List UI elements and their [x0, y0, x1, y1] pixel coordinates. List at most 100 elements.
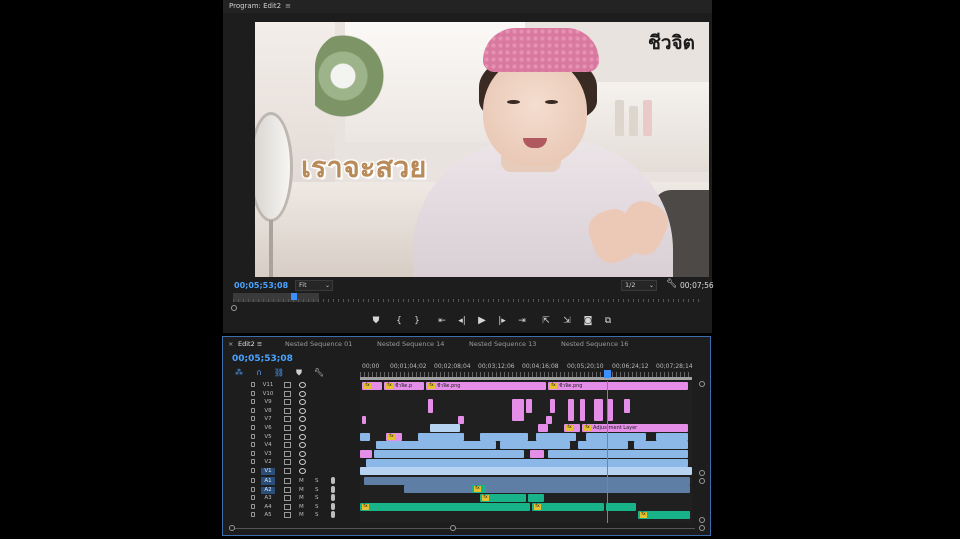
track-name[interactable]: V11	[261, 382, 275, 389]
track-name[interactable]: V10	[261, 391, 275, 398]
eye-icon[interactable]	[299, 442, 306, 449]
play-icon[interactable]: ▶	[475, 314, 489, 328]
eye-icon[interactable]	[299, 433, 306, 440]
playback-resolution-select[interactable]: 1/2 ⌄	[621, 280, 657, 291]
export-frame-icon[interactable]: ◙	[581, 314, 595, 328]
step-forward-icon[interactable]: |▸	[495, 314, 509, 328]
mark-in-icon[interactable]: {	[392, 314, 406, 328]
program-title[interactable]: Program: Edit2	[229, 2, 281, 10]
program-current-timecode[interactable]: 00;05;53;08	[234, 281, 288, 290]
sync-lock-icon[interactable]	[284, 450, 291, 457]
linked-selection-icon[interactable]: ⛓	[273, 368, 285, 378]
lock-icon[interactable]	[251, 486, 255, 492]
eye-icon[interactable]	[299, 468, 306, 474]
timeline-settings-icon[interactable]: 🔧︎	[313, 368, 325, 378]
clip-v6[interactable]: fx	[564, 424, 580, 432]
mute-button[interactable]: M	[299, 478, 304, 484]
clip-v4[interactable]	[376, 441, 496, 449]
clip-v5[interactable]	[418, 433, 464, 441]
clip-v7[interactable]	[458, 416, 464, 424]
eye-icon[interactable]	[299, 416, 306, 423]
clip-v9[interactable]	[568, 399, 574, 421]
eye-icon[interactable]	[299, 425, 306, 431]
track-name[interactable]: A2	[261, 486, 275, 494]
sync-lock-icon[interactable]	[284, 399, 291, 406]
sync-lock-icon[interactable]	[284, 442, 291, 449]
lock-icon[interactable]	[251, 399, 255, 405]
go-to-out-icon[interactable]: ⇥	[515, 314, 529, 328]
clip-v2[interactable]	[366, 459, 688, 467]
timeline-current-timecode[interactable]: 00;05;53;08	[232, 354, 293, 364]
track-name[interactable]: V4	[261, 442, 275, 449]
clip-v4[interactable]	[578, 441, 628, 449]
vertical-scrollbar[interactable]	[699, 381, 705, 523]
track-name[interactable]: A4	[261, 504, 275, 511]
clip-v6[interactable]	[538, 424, 548, 432]
sync-lock-icon[interactable]	[284, 425, 291, 431]
tab-nested-sequence-13[interactable]: Nested Sequence 13	[469, 340, 536, 348]
audio-clip-a4[interactable]: fx	[532, 503, 604, 511]
go-to-in-icon[interactable]: ⇤	[435, 314, 449, 328]
sync-lock-icon[interactable]	[284, 407, 291, 414]
lock-icon[interactable]	[251, 478, 255, 483]
mute-button[interactable]: M	[299, 504, 304, 510]
lock-icon[interactable]	[251, 468, 255, 473]
lock-icon[interactable]	[251, 450, 255, 456]
clip-v6[interactable]	[430, 424, 460, 432]
clip-v6[interactable]: fx Adjustment Layer	[582, 424, 688, 432]
clip-v5[interactable]	[656, 433, 688, 441]
audio-clip-a3[interactable]	[528, 494, 544, 502]
lock-icon[interactable]	[251, 433, 255, 439]
horizontal-scrollbar[interactable]	[229, 525, 707, 533]
clip-v11[interactable]: fx ชีวจิต.png	[548, 382, 688, 390]
tab-nested-sequence-01[interactable]: Nested Sequence 01	[285, 340, 352, 348]
eye-icon[interactable]	[299, 390, 306, 397]
lock-icon[interactable]	[251, 425, 255, 430]
sync-lock-icon[interactable]	[284, 433, 291, 440]
clip-v9[interactable]	[624, 399, 630, 413]
clip-v3[interactable]	[530, 450, 544, 458]
mic-icon[interactable]	[331, 477, 335, 484]
sync-lock-icon[interactable]	[284, 503, 291, 510]
clip-v3[interactable]	[360, 450, 372, 458]
lock-icon[interactable]	[251, 416, 255, 422]
lock-icon[interactable]	[251, 495, 255, 501]
mic-icon[interactable]	[331, 502, 335, 510]
scroll-handle[interactable]	[699, 470, 705, 476]
solo-button[interactable]: S	[315, 487, 319, 493]
solo-button[interactable]: S	[315, 504, 319, 510]
panel-menu-icon[interactable]: ≡	[285, 2, 291, 10]
time-ruler[interactable]: 00;00 00;01;04;02 00;02;08;04 00;03;12;0…	[360, 361, 693, 381]
sync-lock-icon[interactable]	[284, 416, 291, 423]
close-icon[interactable]: ×	[228, 340, 233, 348]
clip-v5[interactable]: fx	[386, 433, 402, 441]
lock-icon[interactable]	[251, 407, 255, 413]
audio-clip-a4[interactable]: fx	[360, 503, 530, 511]
mark-out-icon[interactable]: }	[410, 314, 424, 328]
lock-icon[interactable]	[251, 442, 255, 448]
clip-v9[interactable]	[512, 399, 524, 421]
track-name[interactable]: V5	[261, 434, 275, 441]
clip-v5[interactable]	[586, 433, 646, 441]
mic-icon[interactable]	[331, 494, 335, 502]
audio-clip-a5[interactable]: fx	[638, 511, 690, 519]
track-name[interactable]: V2	[261, 459, 275, 466]
audio-clip-a2[interactable]	[404, 485, 690, 493]
sync-lock-icon[interactable]	[284, 512, 291, 519]
sync-lock-icon[interactable]	[284, 495, 291, 502]
nest-icon[interactable]: ⁂	[233, 368, 245, 378]
clip-v1[interactable]	[360, 467, 692, 475]
track-name[interactable]: A3	[261, 495, 275, 502]
scroll-handle[interactable]	[699, 517, 705, 523]
program-playhead[interactable]	[291, 293, 297, 300]
track-name[interactable]: V9	[261, 399, 275, 406]
lock-icon[interactable]	[251, 382, 255, 387]
mic-icon[interactable]	[331, 485, 335, 493]
track-name[interactable]: V7	[261, 416, 275, 423]
clip-v4[interactable]	[634, 441, 688, 449]
audio-clip-a1[interactable]	[364, 477, 690, 485]
track-name[interactable]: A1	[261, 478, 275, 485]
timeline-playhead[interactable]	[604, 370, 611, 378]
clip-v9[interactable]	[550, 399, 555, 413]
audio-clip-a4[interactable]	[606, 503, 636, 511]
